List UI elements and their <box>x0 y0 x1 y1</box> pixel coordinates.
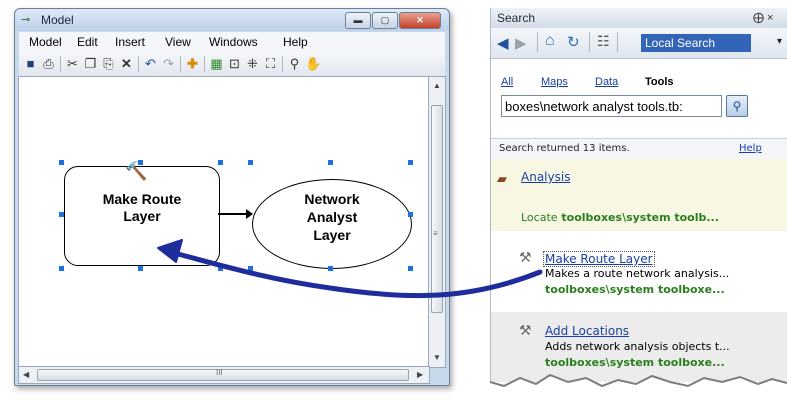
forward-icon[interactable]: ▶ <box>515 34 527 52</box>
selection-handle[interactable] <box>59 160 64 165</box>
toolbar-separator <box>537 32 538 52</box>
toolbar-separator <box>589 32 590 52</box>
results-count: Search returned 13 items. <box>499 143 630 154</box>
scroll-down-icon[interactable]: ▼ <box>433 353 441 362</box>
search-go-icon[interactable]: ⚲ <box>726 95 748 117</box>
selection-handle[interactable] <box>408 160 413 165</box>
search-filters: All Maps Data Tools boxes\network analys… <box>491 59 787 139</box>
result-path-prefix: Locate <box>521 211 558 224</box>
data-element-network-analyst-layer[interactable]: Network Analyst Layer <box>252 179 412 269</box>
data-element-label-text: Network Analyst Layer <box>304 191 360 243</box>
horizontal-scroll-thumb[interactable]: III <box>37 368 409 381</box>
selection-handle[interactable] <box>218 266 223 271</box>
search-titlebar[interactable]: Search ⨁ × <box>491 8 787 28</box>
filter-tools[interactable]: Tools <box>645 76 674 88</box>
filter-data[interactable]: Data <box>595 76 618 88</box>
selection-handle[interactable] <box>138 160 143 165</box>
data-element-label: Network Analyst Layer <box>253 190 411 244</box>
back-icon[interactable]: ◀ <box>497 34 509 52</box>
selection-handle[interactable] <box>248 266 253 271</box>
home-icon[interactable]: ⌂ <box>545 32 555 50</box>
selection-handle[interactable] <box>328 160 333 165</box>
index-options-icon[interactable]: ☷ <box>597 33 610 50</box>
tool-element-make-route-layer[interactable]: 🔨 Make Route Layer <box>64 161 220 266</box>
search-toolbar: ◀ ▶ ⌂ ↻ ☷ Local Search ▾ <box>491 28 787 59</box>
horizontal-scrollbar[interactable]: ◀ III ▶ <box>18 366 430 384</box>
result-title[interactable]: Make Route Layer <box>543 251 655 267</box>
toolbar-separator <box>617 32 618 52</box>
result-path: Locate toolboxes\system toolb... <box>521 211 719 224</box>
search-window: Search ⨁ × ◀ ▶ ⌂ ↻ ☷ Local Search ▾ All … <box>490 8 787 402</box>
pin-close-icon[interactable]: ⨁ × <box>753 11 773 24</box>
selection-handle[interactable] <box>248 160 253 165</box>
selection-handle[interactable] <box>138 266 143 271</box>
results-bar: Search returned 13 items. Help <box>491 138 787 160</box>
scroll-left-icon[interactable]: ◀ <box>23 370 29 379</box>
torn-edge <box>490 373 787 402</box>
selection-handle[interactable] <box>59 266 64 271</box>
grip-icon: ≡ <box>433 229 438 238</box>
hammer-icon: ⚒ <box>519 249 532 265</box>
search-title: Search <box>497 11 536 25</box>
scroll-up-icon[interactable]: ▲ <box>433 81 441 90</box>
selection-handle[interactable] <box>408 212 413 217</box>
search-result[interactable]: ⚒ Make Route Layer Makes a route network… <box>491 243 787 309</box>
refresh-icon[interactable]: ↻ <box>567 33 580 51</box>
result-path: toolboxes\system toolboxe... <box>545 283 725 296</box>
result-description: Adds network analysis objects t... <box>545 340 730 353</box>
hammer-icon: ⚒ <box>519 322 532 338</box>
chevron-down-icon[interactable]: ▾ <box>777 36 782 47</box>
hammer-icon: 🔨 <box>125 161 148 181</box>
selection-handle[interactable] <box>218 160 223 165</box>
selection-handle[interactable] <box>408 266 413 271</box>
hscroll-grip: III <box>216 368 223 377</box>
help-link[interactable]: Help <box>739 143 762 154</box>
vertical-scroll-thumb[interactable] <box>431 105 443 313</box>
tool-element-label-text: Make Route Layer <box>102 191 182 224</box>
result-title[interactable]: Analysis <box>521 170 570 184</box>
toolbox-icon: ▰ <box>497 171 507 186</box>
filter-maps[interactable]: Maps <box>541 76 568 88</box>
result-description: Makes a route network analysis... <box>545 267 730 280</box>
tool-element-label: Make Route Layer <box>65 191 219 225</box>
selection-handle[interactable] <box>328 266 333 271</box>
search-result[interactable]: ▰ Analysis Locate toolboxes\system toolb… <box>491 159 787 231</box>
search-scope-dropdown[interactable]: Local Search <box>641 34 751 52</box>
selection-handle[interactable] <box>59 212 64 217</box>
vertical-scrollbar[interactable]: ▲ ≡ ▼ <box>428 76 446 368</box>
filter-all[interactable]: All <box>501 76 513 88</box>
scroll-right-icon[interactable]: ▶ <box>417 370 423 379</box>
result-path-text: toolboxes\system toolb... <box>561 211 719 224</box>
result-title[interactable]: Add Locations <box>545 324 629 338</box>
search-input[interactable]: boxes\network analyst tools.tb: <box>501 95 722 117</box>
